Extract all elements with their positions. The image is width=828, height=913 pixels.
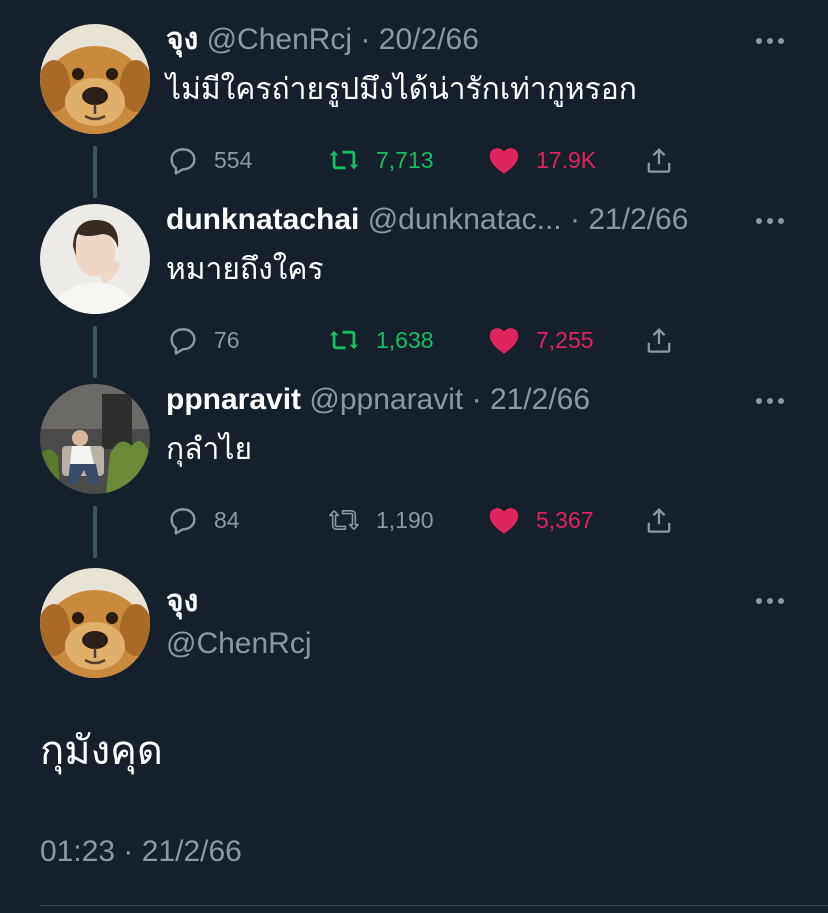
retweet-icon — [329, 510, 359, 530]
avatar[interactable] — [40, 568, 150, 678]
thread-line — [93, 506, 97, 558]
share-button[interactable] — [642, 320, 676, 360]
tweet-text: หมายถึงใคร — [166, 253, 324, 286]
person-avatar-image: CEL — [40, 204, 150, 314]
heart-icon — [489, 508, 519, 534]
tweet-text: ไม่มีใครถ่ายรูปมึงได้น่ารักเท่ากูหรอก — [166, 73, 637, 106]
more-icon[interactable] — [748, 26, 792, 56]
share-button[interactable] — [642, 140, 676, 180]
display-name[interactable]: dunknatachai — [166, 203, 359, 236]
heart-icon — [489, 148, 519, 174]
retweet-icon — [329, 330, 359, 350]
divider — [40, 905, 828, 906]
tweet-header: dunknatachai @dunknatac... · 21/2/66 — [166, 202, 688, 238]
thread-line — [93, 146, 97, 198]
retweet-icon — [329, 150, 359, 170]
reply-icon — [170, 148, 196, 175]
tweet-header: ppnaravit @ppnaravit · 21/2/66 — [166, 382, 590, 418]
reply-icon — [170, 508, 196, 535]
more-icon[interactable] — [748, 206, 792, 236]
avatar[interactable] — [40, 384, 150, 494]
person-avatar-image — [40, 384, 150, 494]
tweet-text: กุลำไย — [166, 433, 253, 466]
tweet-header: จุง @ChenRcj · 20/2/66 — [166, 22, 479, 58]
tweet-date[interactable]: 21/2/66 — [490, 383, 590, 416]
avatar[interactable]: CEL — [40, 204, 150, 314]
reply-count: 76 — [214, 326, 240, 353]
share-icon — [647, 147, 671, 173]
display-name[interactable]: จุง — [166, 584, 198, 620]
separator: · — [360, 23, 371, 56]
reply-button[interactable]: 554 — [166, 140, 252, 180]
tweet-actions: 84 1,190 5,367 — [166, 500, 686, 540]
tweet-actions: 76 1,638 7,255 — [166, 320, 686, 360]
user-handle[interactable]: @ChenRcj — [166, 626, 312, 662]
share-icon — [647, 507, 671, 533]
thread-line — [93, 326, 97, 378]
reply-count: 554 — [214, 146, 253, 173]
user-handle[interactable]: @dunknatac... — [368, 203, 562, 236]
like-button[interactable]: 5,367 — [486, 500, 594, 540]
tweet-timestamp[interactable]: 01:23 · 21/2/66 — [40, 834, 242, 870]
display-name[interactable]: จุง — [166, 23, 198, 56]
retweet-button[interactable]: 7,713 — [326, 140, 434, 180]
dog-avatar-image — [40, 568, 150, 678]
retweet-count: 7,713 — [376, 146, 434, 173]
more-icon[interactable] — [748, 586, 792, 616]
like-button[interactable]: 17.9K — [486, 140, 596, 180]
separator: · — [471, 383, 482, 416]
share-button[interactable] — [642, 500, 676, 540]
share-icon — [647, 327, 671, 353]
tweet-actions: 554 7,713 17.9K — [166, 140, 686, 180]
retweet-button[interactable]: 1,638 — [326, 320, 434, 360]
dog-avatar-image — [40, 24, 150, 134]
separator: · — [569, 203, 580, 236]
tweet-date[interactable]: 21/2/66 — [588, 203, 688, 236]
reply-icon — [170, 328, 196, 355]
retweet-count: 1,190 — [376, 506, 434, 533]
retweet-button[interactable]: 1,190 — [326, 500, 434, 540]
retweet-count: 1,638 — [376, 326, 434, 353]
avatar[interactable] — [40, 24, 150, 134]
svg-text:CEL: CEL — [52, 304, 69, 314]
reply-button[interactable]: 84 — [166, 500, 240, 540]
like-count: 7,255 — [536, 326, 594, 353]
like-count: 5,367 — [536, 506, 594, 533]
display-name[interactable]: ppnaravit — [166, 383, 301, 416]
user-handle[interactable]: @ChenRcj — [207, 23, 353, 56]
user-handle[interactable]: @ppnaravit — [309, 383, 463, 416]
tweet-text: กุมังคุด — [40, 729, 163, 773]
like-button[interactable]: 7,255 — [486, 320, 594, 360]
reply-count: 84 — [214, 506, 240, 533]
like-count: 17.9K — [536, 146, 597, 173]
tweet-date[interactable]: 20/2/66 — [379, 23, 479, 56]
heart-icon — [489, 328, 519, 354]
more-icon[interactable] — [748, 386, 792, 416]
reply-button[interactable]: 76 — [166, 320, 240, 360]
